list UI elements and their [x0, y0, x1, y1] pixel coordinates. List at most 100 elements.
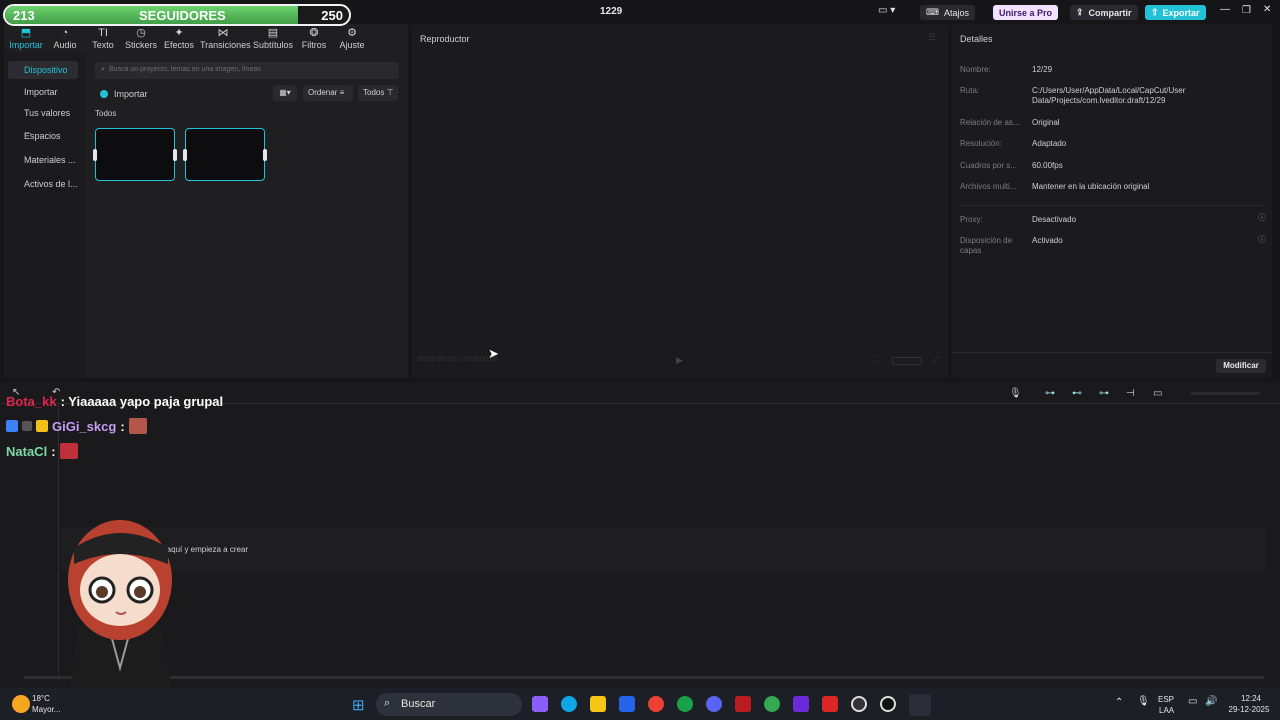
- detail-key: Resolución:: [960, 139, 1002, 148]
- crop-icon[interactable]: ⛶: [872, 354, 878, 365]
- snap-icon[interactable]: ⊶: [1099, 388, 1109, 399]
- sidebar-item-your-values[interactable]: Tus valores ...: [8, 104, 78, 136]
- sidebar-item-spaces[interactable]: Espacios: [8, 127, 78, 145]
- tab-label: Efectos: [163, 40, 194, 50]
- clock-time[interactable]: 12:24: [1230, 694, 1272, 703]
- chrome-profile-icon[interactable]: [764, 696, 780, 712]
- language-code[interactable]: ESP: [1158, 695, 1174, 704]
- discord-icon[interactable]: [706, 696, 722, 712]
- tab-efectos[interactable]: ✦ Efectos: [156, 26, 202, 50]
- sidebar-item-label: Activos de l...: [24, 179, 78, 189]
- capcut-icon[interactable]: [909, 694, 931, 716]
- shortcuts-label: Atajos: [944, 7, 970, 18]
- gamepad-icon[interactable]: [793, 696, 809, 712]
- tab-subtítulos[interactable]: ▤ Subtítulos: [250, 26, 296, 50]
- media-thumbnail[interactable]: [183, 128, 267, 181]
- import-button[interactable]: Importar: [100, 87, 148, 101]
- fullscreen-icon[interactable]: ⤢: [932, 354, 939, 365]
- info-icon[interactable]: ⓘ: [1258, 212, 1266, 223]
- preview-icon[interactable]: ▭: [1153, 388, 1162, 399]
- sort-label: Ordenar: [308, 88, 338, 97]
- import-dot-icon: [100, 90, 108, 98]
- play-icon[interactable]: ▶: [676, 355, 683, 366]
- detail-key: Relación de as...: [960, 118, 1020, 127]
- microphone-tray-icon[interactable]: 🎙: [1137, 696, 1150, 707]
- sidebar-item-label: Materiales ...: [24, 155, 76, 165]
- ratio-selector[interactable]: [892, 357, 922, 365]
- magnet-icon[interactable]: ⊷: [1072, 388, 1082, 399]
- zoom-slider[interactable]: [1190, 392, 1260, 395]
- maximize-icon[interactable]: ❐: [1242, 5, 1251, 16]
- microphone-icon[interactable]: 🎙: [1009, 388, 1022, 399]
- sort-button[interactable]: Ordenar ≡: [303, 85, 353, 101]
- filter-button[interactable]: Todos ⊤: [358, 85, 398, 101]
- detail-value: 12/29: [1032, 65, 1053, 74]
- chat-text: :: [120, 418, 125, 434]
- shortcuts-button[interactable]: ⌨ Atajos: [920, 5, 976, 20]
- split-icon[interactable]: ⊣: [1126, 388, 1135, 399]
- sidebar-item-materials[interactable]: Materiales ...: [8, 151, 78, 169]
- layout-icon[interactable]: ▭ ▾: [878, 5, 895, 16]
- sidebar-item-assets[interactable]: Activos de l...: [8, 175, 78, 193]
- tab-label: Ajuste: [339, 40, 365, 50]
- followers-goal: 250: [321, 8, 343, 23]
- sort-icon: ≡: [339, 88, 345, 97]
- volume-icon[interactable]: 🔊: [1205, 696, 1217, 707]
- details-panel: Detalles Modificar: [952, 24, 1272, 378]
- detail-value: 60.00fps: [1032, 161, 1063, 170]
- valorant-icon[interactable]: [822, 696, 838, 712]
- file-explorer-icon[interactable]: [590, 696, 606, 712]
- voicemeeter-icon[interactable]: [735, 696, 751, 712]
- weather-icon[interactable]: [12, 695, 30, 713]
- minimize-icon[interactable]: —: [1220, 4, 1230, 15]
- timeline-scrollbar[interactable]: [24, 676, 1264, 679]
- chat-message: NataCl :: [6, 442, 78, 460]
- chevron-up-icon[interactable]: ⌃: [1115, 697, 1123, 708]
- tab-ajuste[interactable]: ⚙ Ajuste: [329, 26, 375, 50]
- menu-icon[interactable]: ☰: [928, 32, 936, 43]
- streamer-avatar: [68, 520, 172, 688]
- effects-icon: ✦: [174, 27, 184, 39]
- media-thumbnail[interactable]: [93, 128, 177, 181]
- close-icon[interactable]: ✕: [1263, 4, 1271, 15]
- chat-message: Bota_kk : Yiaaaaa yapo paja grupal: [6, 392, 223, 410]
- windows-start-icon[interactable]: ⊞: [352, 696, 365, 714]
- sidebar-item-device[interactable]: Dispositivo: [8, 61, 78, 79]
- sidebar-item-import[interactable]: Importar: [8, 83, 78, 101]
- taskbar-search-input[interactable]: ⌕ Buscar: [376, 693, 522, 716]
- store-icon[interactable]: [619, 696, 635, 712]
- network-icon[interactable]: ▭: [1188, 696, 1197, 707]
- xbox-icon[interactable]: [677, 696, 693, 712]
- edge-icon[interactable]: [561, 696, 577, 712]
- media-player-icon[interactable]: [880, 696, 896, 712]
- copilot-icon[interactable]: [532, 696, 548, 712]
- taskbar-search-label: Buscar: [401, 698, 436, 710]
- section-label: Todos: [95, 109, 117, 118]
- search-placeholder: Busca un proyecto, temas en una imagen, …: [109, 66, 261, 73]
- tab-label: Texto: [92, 40, 114, 50]
- view-toggle-button[interactable]: ▦▾: [273, 85, 297, 101]
- link-clips-icon[interactable]: ⊶: [1045, 388, 1055, 399]
- export-button[interactable]: ⇧ Exportar: [1145, 5, 1206, 20]
- search-icon: ⌕: [101, 66, 105, 73]
- adjust-icon: ⚙: [347, 27, 357, 39]
- clock-date: 29-12-2025: [1228, 705, 1270, 714]
- tab-label: Transiciones: [200, 40, 251, 50]
- info-icon[interactable]: ⓘ: [1258, 234, 1266, 245]
- filter-icon: ⊤: [386, 88, 394, 97]
- join-pro-button[interactable]: Unirse a Pro: [993, 5, 1059, 20]
- chrome-icon[interactable]: [648, 696, 664, 712]
- detail-key: Cuadros por s...: [960, 161, 1017, 170]
- detail-value: Desactivado: [1032, 215, 1077, 224]
- chat-username: Bota_kk: [6, 393, 57, 409]
- tab-label: Audio: [53, 40, 77, 50]
- followers-goal-bar: 213 SEGUIDORES 250: [3, 4, 351, 26]
- taskbar: [0, 688, 1280, 720]
- modify-button[interactable]: Modificar: [1216, 359, 1266, 373]
- tab-transiciones[interactable]: ⋈ Transiciones: [200, 26, 251, 50]
- detail-value: Original: [1032, 118, 1060, 127]
- share-button[interactable]: ⇪ Compartir: [1070, 5, 1138, 20]
- search-input[interactable]: ⌕ Busca un proyecto, temas en una imagen…: [95, 62, 399, 79]
- drop-zone[interactable]: ...aquí y empieza a crear: [60, 527, 1266, 572]
- obs-icon[interactable]: [851, 696, 867, 712]
